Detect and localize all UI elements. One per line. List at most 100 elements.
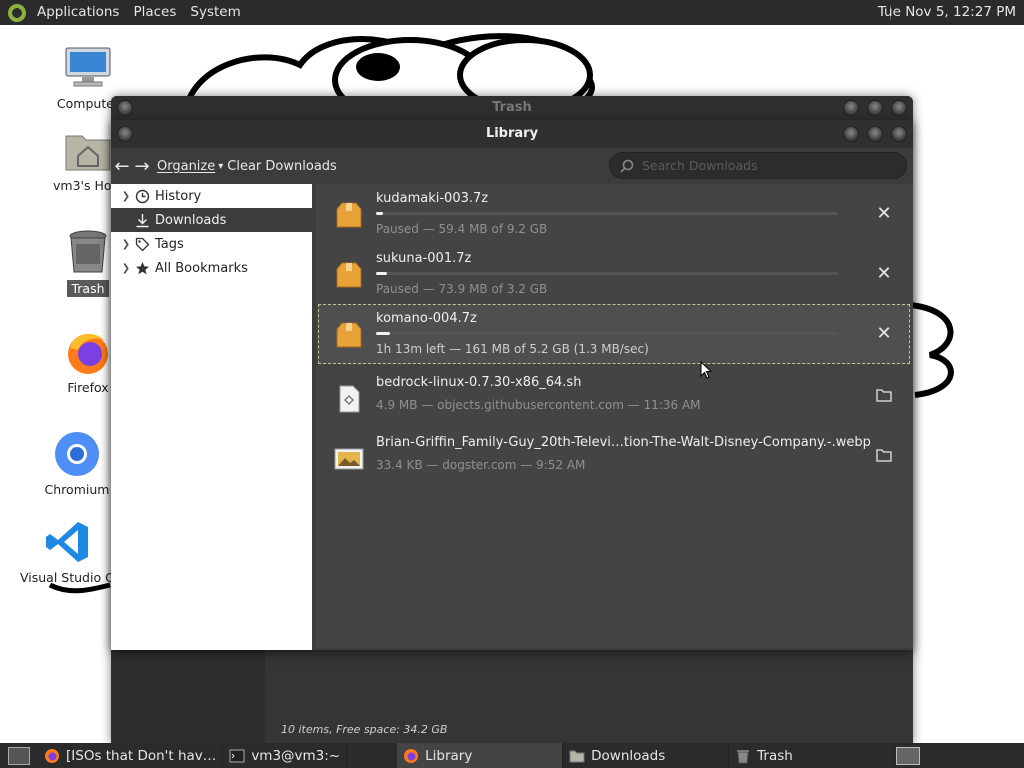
download-status: 4.9 MB — objects.githubusercontent.com —… <box>376 398 701 412</box>
download-icon <box>133 211 151 229</box>
minimize-button[interactable] <box>843 100 859 116</box>
download-filename: komano-004.7z <box>376 311 477 326</box>
menu-system[interactable]: System <box>183 0 247 25</box>
mouse-cursor <box>700 361 712 379</box>
desktop-icon-label: Trash <box>67 280 109 297</box>
top-panel: Applications Places System Tue Nov 5, 12… <box>0 0 1024 25</box>
trash-icon <box>64 228 112 276</box>
sidebar-item-all-bookmarks[interactable]: ❯ All Bookmarks <box>111 256 312 280</box>
sidebar-item-history[interactable]: ❯ History <box>111 184 312 208</box>
download-filename: sukuna-001.7z <box>376 251 472 266</box>
task-firefox-isos[interactable]: [ISOs that Don't hav… <box>38 743 224 768</box>
show-desktop-button[interactable] <box>8 746 30 765</box>
home-folder-icon <box>64 126 112 174</box>
expand-arrow-icon[interactable]: ❯ <box>119 263 133 274</box>
firefox-icon <box>64 328 112 376</box>
trash-sidebar <box>111 649 265 743</box>
search-box[interactable] <box>609 152 907 179</box>
search-icon <box>620 159 634 173</box>
sidebar-item-tags[interactable]: ❯ Tags <box>111 232 312 256</box>
chromium-icon <box>53 430 101 478</box>
firefox-icon <box>404 748 419 763</box>
task-label: Downloads <box>591 747 666 764</box>
download-progress-bar <box>376 332 838 335</box>
download-item[interactable]: kudamaki-003.7z Paused — 59.4 MB of 9.2 … <box>318 184 910 244</box>
maximize-button[interactable] <box>867 100 883 116</box>
folder-icon[interactable] <box>872 446 896 470</box>
task-label: Trash <box>757 747 793 764</box>
close-button[interactable] <box>891 126 907 142</box>
search-input[interactable] <box>640 157 890 174</box>
sidebar-item-downloads[interactable]: Downloads <box>111 208 312 232</box>
maximize-button[interactable] <box>867 126 883 142</box>
cancel-icon[interactable]: ✕ <box>872 322 896 346</box>
library-titlebar[interactable]: Library <box>111 120 913 148</box>
image-file-icon <box>334 448 364 470</box>
trash-status-bar: 10 items, Free space: 34.2 GB <box>281 723 448 736</box>
trash-icon <box>737 749 750 763</box>
clock[interactable]: Tue Nov 5, 12:27 PM <box>874 0 1020 25</box>
taskbar: [ISOs that Don't hav… vm3@vm3:~ Library … <box>0 743 1024 768</box>
desktop-icon-chromium[interactable]: Chromium <box>37 430 117 497</box>
download-item[interactable]: sukuna-001.7z Paused — 73.9 MB of 3.2 GB… <box>318 244 910 304</box>
library-window[interactable]: Library ← → Organize ▾ Clear Downloads ❯… <box>111 120 913 650</box>
download-progress-bar <box>376 272 838 275</box>
cancel-icon[interactable]: ✕ <box>872 262 896 286</box>
library-toolbar: ← → Organize ▾ Clear Downloads <box>111 148 913 184</box>
script-file-icon <box>339 385 360 413</box>
desktop-icon-label: Visual Studio Code <box>20 570 116 585</box>
desktop-icon-vscode[interactable]: Visual Studio Code <box>20 518 116 585</box>
close-button[interactable] <box>891 100 907 116</box>
folder-icon <box>569 750 585 762</box>
library-sidebar: ❯ History Downloads ❯ Tags ❯ All Bookmar… <box>111 184 312 650</box>
task-label: [ISOs that Don't hav… <box>66 747 217 764</box>
archive-icon <box>336 202 362 228</box>
minimize-button[interactable] <box>843 126 859 142</box>
download-filename: bedrock-linux-0.7.30-x86_64.sh <box>376 375 582 390</box>
sidebar-item-label: Downloads <box>155 212 227 228</box>
task-label: Library <box>425 747 473 764</box>
back-arrow-icon[interactable]: ← <box>113 156 131 177</box>
clock-icon <box>133 187 151 205</box>
computer-icon <box>64 44 112 92</box>
clear-downloads-button[interactable]: Clear Downloads <box>227 159 337 174</box>
expand-arrow-icon[interactable]: ❯ <box>119 239 133 250</box>
sidebar-item-label: All Bookmarks <box>155 260 248 276</box>
star-icon <box>133 259 151 277</box>
workspace-switcher[interactable] <box>896 747 920 765</box>
expand-arrow-icon[interactable]: ❯ <box>119 191 133 202</box>
distro-logo-icon[interactable] <box>8 3 26 22</box>
folder-icon[interactable] <box>872 386 896 410</box>
menu-places[interactable]: Places <box>126 0 183 25</box>
download-item[interactable]: komano-004.7z 1h 13m left — 161 MB of 5.… <box>318 304 910 364</box>
download-status: 33.4 KB — dogster.com — 9:52 AM <box>376 458 586 472</box>
download-item[interactable]: Brian-Griffin_Family-Guy_20th-Televi…tio… <box>318 428 910 488</box>
organize-button[interactable]: Organize <box>157 159 215 174</box>
library-window-title: Library <box>485 126 539 141</box>
task-trash[interactable]: Trash <box>729 743 896 768</box>
vscode-icon <box>44 518 92 566</box>
task-terminal[interactable]: vm3@vm3:~ <box>223 743 348 768</box>
terminal-icon <box>229 749 245 762</box>
task-label: vm3@vm3:~ <box>251 747 341 764</box>
tag-icon <box>133 235 151 253</box>
menu-applications[interactable]: Applications <box>30 0 126 25</box>
download-filename: Brian-Griffin_Family-Guy_20th-Televi…tio… <box>376 435 871 450</box>
firefox-icon <box>45 748 59 763</box>
download-progress-bar <box>376 212 838 215</box>
task-library[interactable]: Library <box>397 743 564 768</box>
trash-titlebar[interactable]: Trash <box>111 96 913 120</box>
window-menu-button[interactable] <box>117 126 133 142</box>
chevron-down-icon: ▾ <box>218 160 224 172</box>
forward-arrow-icon[interactable]: → <box>133 156 151 177</box>
window-menu-button[interactable] <box>117 100 133 116</box>
sidebar-item-label: History <box>155 188 202 204</box>
trash-window-title: Trash <box>492 100 532 115</box>
sidebar-item-label: Tags <box>155 236 184 252</box>
downloads-list[interactable]: kudamaki-003.7z Paused — 59.4 MB of 9.2 … <box>316 184 913 648</box>
archive-icon <box>336 322 362 348</box>
archive-icon <box>336 262 362 288</box>
cancel-icon[interactable]: ✕ <box>872 202 896 226</box>
task-downloads-folder[interactable]: Downloads <box>563 743 730 768</box>
download-item[interactable]: bedrock-linux-0.7.30-x86_64.sh 4.9 MB — … <box>318 368 910 428</box>
